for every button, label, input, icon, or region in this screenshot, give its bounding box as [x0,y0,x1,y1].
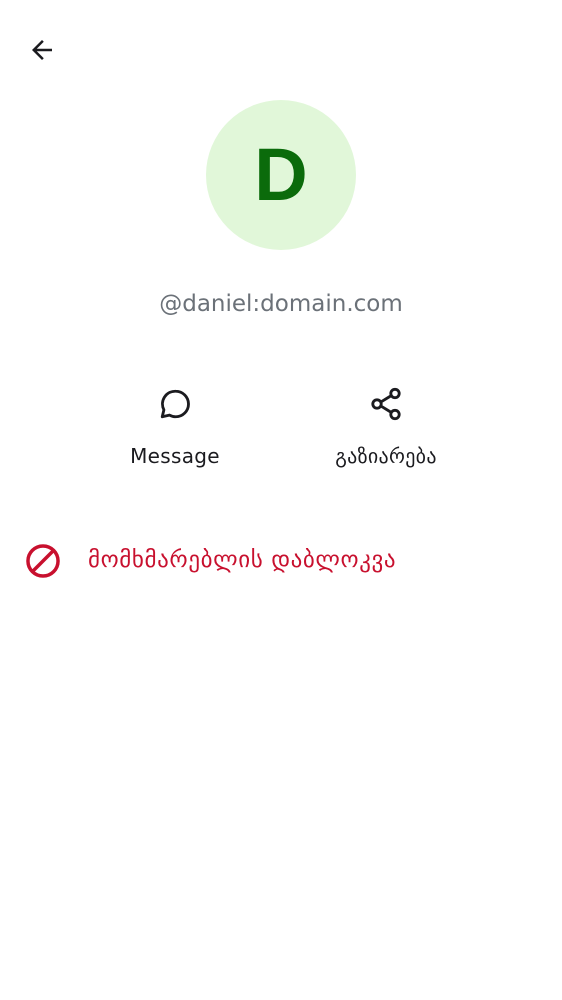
avatar-initial: D [254,133,308,216]
chat-bubble-icon [155,380,195,428]
message-label: Message [130,444,220,468]
block-user-button[interactable]: მომხმარებლის დაბლოკვა [0,530,562,590]
block-icon [26,544,60,578]
block-user-label: მომხმარებლის დაბლოკვა [88,547,397,573]
user-id: @daniel:domain.com [159,291,403,317]
back-button[interactable] [18,26,66,74]
share-button[interactable]: გაზიარება [296,380,476,480]
arrow-left-icon [32,40,52,60]
share-icon [366,380,406,428]
message-button[interactable]: Message [85,380,265,480]
share-label: გაზიარება [335,444,437,468]
avatar: D [206,100,356,250]
